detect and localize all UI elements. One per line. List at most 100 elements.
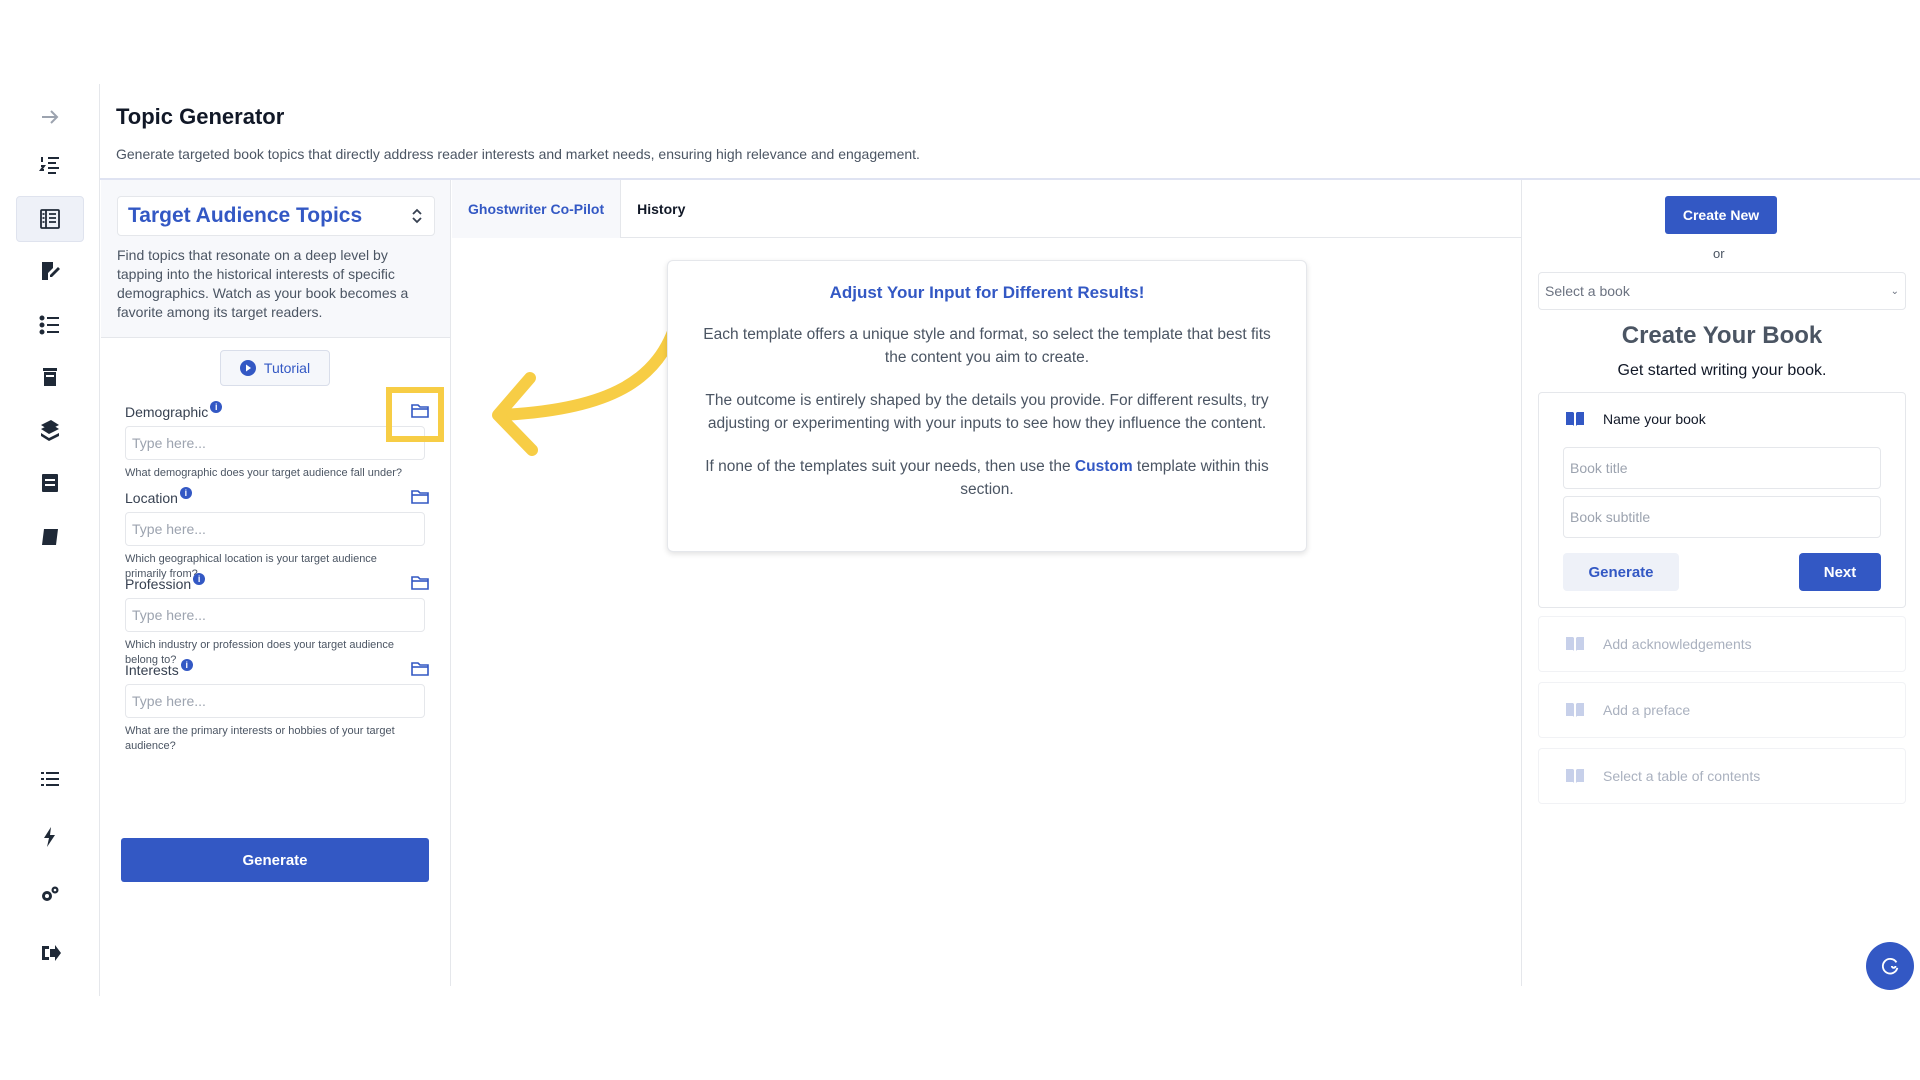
- custom-template-link[interactable]: Custom: [1075, 458, 1133, 475]
- step-label: Select a table of contents: [1603, 768, 1761, 784]
- folder-icon[interactable]: [411, 660, 429, 676]
- info-card-text-before: If none of the templates suit your needs…: [705, 458, 1075, 475]
- template-selector-section: Target Audience Topics Find topics that …: [101, 180, 450, 338]
- list-icon: [41, 772, 59, 786]
- books-icon: [41, 420, 59, 441]
- info-card-paragraph-2: The outcome is entirely shaped by the de…: [705, 392, 1269, 432]
- logout-icon: [42, 945, 61, 961]
- book-select[interactable]: Select a book ⌄: [1538, 272, 1906, 310]
- demographic-label-row: Demographic i: [125, 401, 429, 420]
- sidebar-item-logout[interactable]: [16, 930, 84, 976]
- info-card-paragraph-1: Each template offers a unique style and …: [703, 326, 1271, 366]
- generate-title-button[interactable]: Generate: [1563, 553, 1679, 591]
- book-select-value: Select a book: [1545, 283, 1630, 299]
- profession-label-row: Profession i: [125, 573, 429, 592]
- tab-history[interactable]: History: [621, 180, 701, 238]
- sidebar-item-quick-actions[interactable]: [16, 814, 84, 860]
- template-selector-label: Target Audience Topics: [128, 204, 363, 227]
- tutorial-label: Tutorial: [263, 360, 311, 376]
- name-book-header: Name your book: [1565, 411, 1706, 427]
- topic-list-icon: [40, 209, 60, 229]
- step-label: Add acknowledgements: [1603, 636, 1752, 652]
- location-field: Location i Which geographical location i…: [125, 487, 429, 582]
- open-book-icon: [1566, 637, 1584, 651]
- page-header: Topic Generator Generate targeted book t…: [116, 104, 920, 162]
- info-card-title: Adjust Your Input for Different Results!: [829, 283, 1145, 302]
- app-root: Topic Generator Generate targeted book t…: [0, 0, 1920, 1080]
- step-table-of-contents[interactable]: Select a table of contents: [1538, 748, 1906, 804]
- chevron-down-icon: ⌄: [1890, 285, 1899, 297]
- settings-gears-icon: [42, 886, 59, 901]
- open-book-icon: [1566, 703, 1584, 717]
- book-title-input[interactable]: [1563, 447, 1881, 489]
- book-subtitle-input[interactable]: [1563, 496, 1881, 538]
- demographic-input[interactable]: [125, 426, 425, 460]
- location-label: Location: [125, 490, 178, 506]
- chat-icon: [1882, 957, 1899, 975]
- open-book-icon: [1566, 412, 1584, 426]
- sidebar: [0, 84, 100, 996]
- interests-field: Interests i What are the primary interes…: [125, 659, 429, 754]
- chevron-up-down-icon: [412, 208, 422, 224]
- name-book-label: Name your book: [1603, 411, 1706, 427]
- profession-input[interactable]: [125, 598, 425, 632]
- demographic-label: Demographic: [125, 404, 209, 420]
- play-icon: [239, 360, 256, 376]
- sidebar-item-list[interactable]: [16, 756, 84, 802]
- interests-input[interactable]: [125, 684, 425, 718]
- step-label: Add a preface: [1603, 702, 1691, 718]
- info-icon[interactable]: i: [180, 659, 193, 671]
- template-selector[interactable]: Target Audience Topics: [117, 196, 435, 236]
- create-book-title: Create Your Book: [1621, 322, 1823, 349]
- demographic-field: Demographic i What demographic does your…: [125, 401, 429, 481]
- open-book-icon: [1566, 769, 1584, 783]
- info-icon[interactable]: i: [193, 573, 206, 585]
- sidebar-item-notebook[interactable]: [16, 514, 84, 560]
- sidebar-item-editor[interactable]: [16, 248, 84, 294]
- checklist-icon: [39, 315, 59, 335]
- sidebar-item-book-stack[interactable]: [16, 354, 84, 400]
- panel-divider: [1521, 180, 1522, 986]
- profession-label: Profession: [125, 576, 192, 592]
- generate-button[interactable]: Generate: [121, 838, 429, 882]
- sidebar-item-numbered-list[interactable]: [16, 142, 84, 188]
- book-stack-icon: [43, 368, 57, 386]
- step-add-preface[interactable]: Add a preface: [1538, 682, 1906, 738]
- next-button[interactable]: Next: [1799, 553, 1881, 591]
- tutorial-button[interactable]: Tutorial: [220, 350, 330, 386]
- info-icon[interactable]: i: [210, 401, 223, 413]
- or-divider-text: or: [1713, 246, 1725, 261]
- template-description: Find topics that resonate on a deep leve…: [117, 247, 409, 320]
- sidebar-item-archive[interactable]: [16, 460, 84, 506]
- sidebar-item-checklist[interactable]: [16, 302, 84, 348]
- interests-label: Interests: [125, 662, 179, 678]
- sidebar-item-books[interactable]: [16, 406, 84, 452]
- expand-sidebar-button[interactable]: [16, 94, 84, 140]
- tab-bar: Ghostwriter Co-Pilot History: [452, 180, 1522, 238]
- info-card: Adjust Your Input for Different Results!…: [667, 260, 1307, 552]
- folder-icon[interactable]: [411, 574, 429, 590]
- arrow-right-icon: [42, 110, 59, 124]
- profession-field: Profession i Which industry or professio…: [125, 573, 429, 668]
- interests-help: What are the primary interests or hobbie…: [125, 725, 395, 752]
- page-subtitle: Generate targeted book topics that direc…: [116, 146, 920, 162]
- demographic-help: What demographic does your target audien…: [125, 467, 403, 479]
- tab-ghostwriter-co-pilot[interactable]: Ghostwriter Co-Pilot: [452, 180, 622, 238]
- notebook-icon: [42, 529, 58, 545]
- interests-label-row: Interests i: [125, 659, 429, 678]
- info-icon[interactable]: i: [179, 487, 192, 499]
- create-new-button[interactable]: Create New: [1665, 196, 1777, 234]
- folder-icon[interactable]: [411, 488, 429, 504]
- step-add-acknowledgements[interactable]: Add acknowledgements: [1538, 616, 1906, 672]
- sidebar-item-settings[interactable]: [16, 872, 84, 918]
- archive-icon: [42, 474, 58, 492]
- location-input[interactable]: [125, 512, 425, 546]
- topic-form-panel: Target Audience Topics Find topics that …: [101, 180, 451, 986]
- edit-document-icon: [42, 262, 60, 280]
- folder-highlight: [386, 387, 444, 442]
- page-title: Topic Generator: [116, 104, 285, 129]
- curved-arrow-icon: [492, 314, 683, 456]
- sidebar-item-topic-generator[interactable]: [16, 196, 84, 242]
- numbered-list-icon: [39, 157, 59, 174]
- support-chat-button[interactable]: [1866, 942, 1914, 990]
